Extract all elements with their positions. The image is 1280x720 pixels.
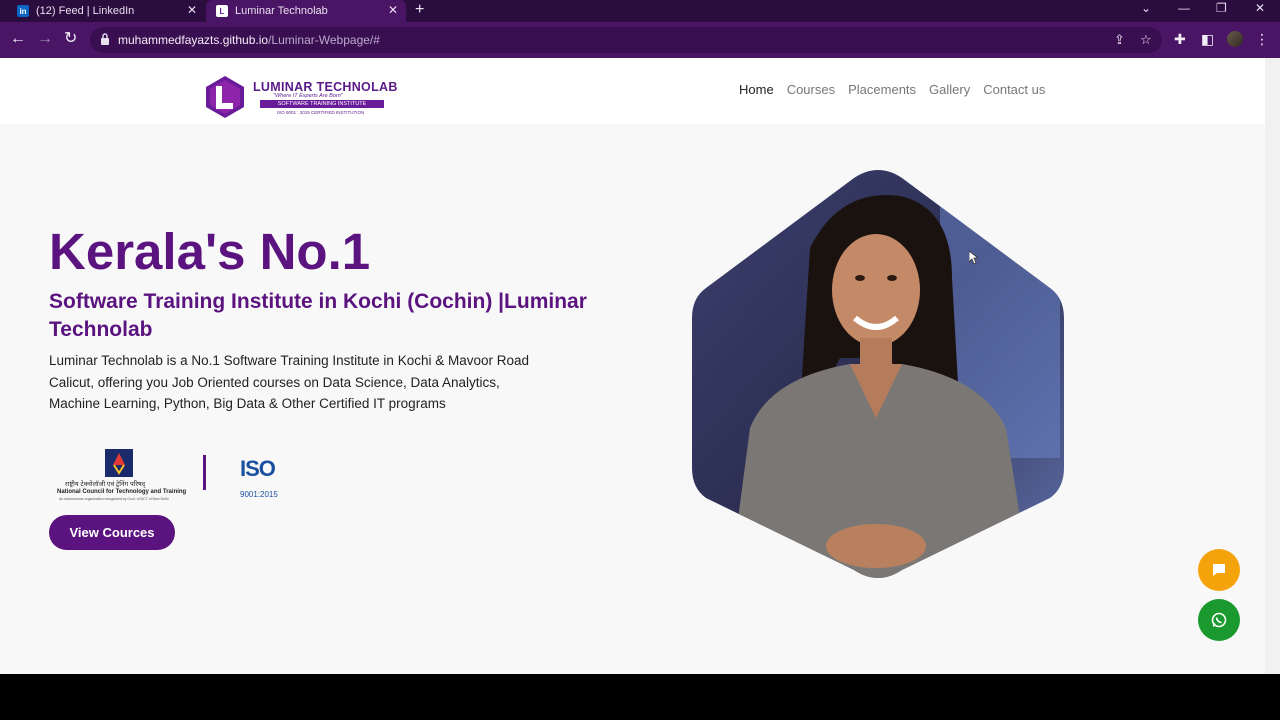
site-logo[interactable]: LUMINAR TECHNOLAB "Where IT Experts Are …: [203, 74, 398, 120]
close-tab-icon[interactable]: ✕: [388, 3, 398, 17]
maximize-icon[interactable]: ❐: [1216, 0, 1227, 22]
chat-button[interactable]: [1198, 549, 1240, 591]
browser-toolbar: ← → ↻ muhammedfayazts.github.io/Luminar-…: [0, 22, 1280, 58]
ncvt-emblem-icon: [105, 449, 133, 477]
hero-title: Kerala's No.1: [49, 223, 371, 280]
tab-search-icon[interactable]: ⌄: [1141, 0, 1151, 22]
iso-badge: ISO 9001:2015: [239, 456, 287, 502]
luminar-favicon: L: [216, 5, 228, 17]
logo-strip: SOFTWARE TRAINING INSTITUTE: [260, 100, 384, 108]
close-tab-icon[interactable]: ✕: [187, 3, 197, 17]
tab-luminar[interactable]: L Luminar Technolab ✕: [206, 0, 406, 22]
nav-placements[interactable]: Placements: [848, 82, 916, 97]
minimize-icon[interactable]: —: [1178, 0, 1190, 22]
page-scrollbar[interactable]: [1265, 58, 1280, 674]
cert-divider: [203, 455, 206, 490]
tab-title: (12) Feed | LinkedIn: [36, 5, 135, 17]
back-icon[interactable]: ←: [10, 30, 26, 48]
address-bar[interactable]: muhammedfayazts.github.io/Luminar-Webpag…: [90, 27, 1162, 53]
main-nav: Home Courses Placements Gallery Contact …: [739, 82, 1058, 97]
tab-strip: in (12) Feed | LinkedIn ✕ L Luminar Tech…: [0, 0, 1280, 22]
ncvt-hindi-text: राष्ट्रीय टेक्नोलॉजी एवं ट्रेनिंग परिषद्: [65, 481, 146, 488]
nav-gallery[interactable]: Gallery: [929, 82, 970, 97]
menu-icon[interactable]: ⋮: [1255, 30, 1269, 48]
whatsapp-icon: [1211, 612, 1227, 628]
forward-icon[interactable]: →: [37, 30, 53, 48]
nav-contact[interactable]: Contact us: [983, 82, 1045, 97]
logo-brand: LUMINAR TECHNOLAB: [253, 80, 398, 94]
hero-photo: [692, 170, 1064, 578]
url-text: muhammedfayazts.github.io/Luminar-Webpag…: [118, 33, 380, 47]
site-header: LUMINAR TECHNOLAB "Where IT Experts Are …: [0, 58, 1265, 124]
view-courses-button[interactable]: View Cources: [49, 515, 175, 550]
ncvt-small-text: An autonomous organization recognised by…: [59, 497, 169, 501]
side-panel-icon[interactable]: ◧: [1201, 30, 1214, 48]
linkedin-icon: in: [17, 5, 29, 17]
new-tab-button[interactable]: +: [415, 0, 424, 22]
share-icon[interactable]: ⇪: [1114, 32, 1125, 48]
logo-iso-line: ISO 9001 : 2015 CERTIFIED INSTITUTION: [277, 110, 365, 115]
url-host: muhammedfayazts.github.io: [118, 33, 269, 47]
reload-icon[interactable]: ↻: [64, 30, 77, 48]
logo-tagline: "Where IT Experts Are Born": [273, 93, 343, 99]
tab-title: Luminar Technolab: [235, 5, 328, 17]
iso-number: 9001:2015: [240, 490, 278, 499]
tab-linkedin[interactable]: in (12) Feed | LinkedIn ✕: [0, 0, 205, 22]
mouse-cursor-icon: [969, 251, 979, 265]
hero-description: Luminar Technolab is a No.1 Software Tra…: [49, 353, 530, 411]
screen: in (12) Feed | LinkedIn ✕ L Luminar Tech…: [0, 0, 1280, 720]
nav-home[interactable]: Home: [739, 82, 774, 97]
profile-avatar[interactable]: [1227, 31, 1243, 47]
bookmark-star-icon[interactable]: ☆: [1140, 32, 1152, 48]
lock-icon: [101, 33, 109, 45]
web-page: LUMINAR TECHNOLAB "Where IT Experts Are …: [0, 58, 1265, 674]
hero-subtitle: Software Training Institute in Kochi (Co…: [49, 290, 587, 341]
close-window-icon[interactable]: ✕: [1255, 0, 1265, 22]
ncvt-english-text: National Council for Technology and Trai…: [57, 489, 187, 495]
extensions-icon[interactable]: ✚: [1174, 30, 1186, 48]
whatsapp-button[interactable]: [1198, 599, 1240, 641]
logo-mark-icon: [206, 76, 244, 118]
ncvt-logo: राष्ट्रीय टेक्नोलॉजी एवं ट्रेनिंग परिषद्…: [57, 449, 187, 503]
url-path: /Luminar-Webpage/#: [268, 33, 380, 47]
chat-icon: [1213, 564, 1225, 576]
iso-text: ISO: [240, 456, 276, 481]
nav-courses[interactable]: Courses: [787, 82, 835, 97]
